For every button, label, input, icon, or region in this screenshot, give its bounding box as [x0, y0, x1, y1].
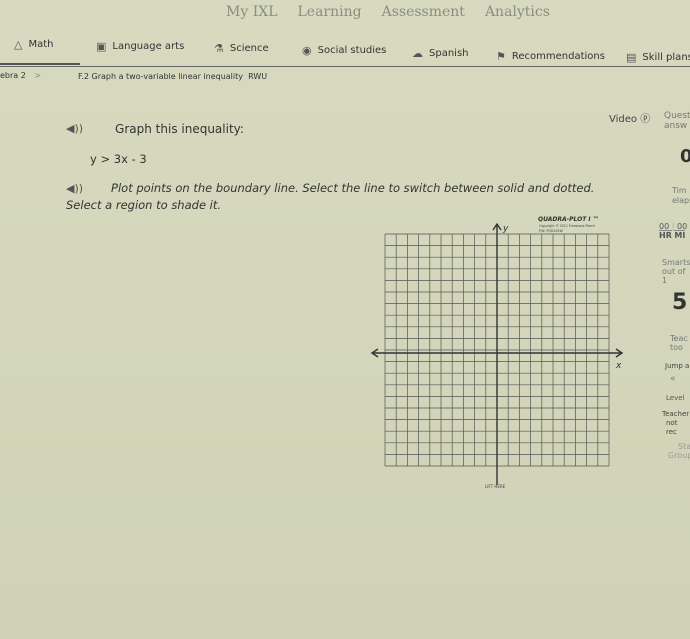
questions-count: 0	[680, 146, 690, 167]
globe-icon: ◉	[302, 44, 312, 57]
jump-ahead[interactable]: Jump a	[665, 362, 689, 370]
video-button[interactable]: Video ⓟ	[609, 110, 650, 125]
brand-label: QUADRA-PLOT I ™	[538, 216, 599, 223]
nav-divider	[0, 66, 690, 67]
signpost-icon: ⚑	[496, 50, 506, 63]
question-prompt: ◀)) Graph this inequality:	[66, 122, 244, 136]
x-axis-label: x	[615, 361, 622, 371]
lift-here-label: LIFT HERE	[485, 484, 506, 489]
nav-learning[interactable]: Learning	[298, 4, 362, 20]
top-nav: My IXL Learning Assessment Analytics	[226, 4, 550, 20]
flask-icon: ⚗	[214, 42, 224, 55]
questions-answered-label: Quest answ	[664, 111, 690, 131]
nav-recommendations[interactable]: ⚑ Recommendations	[496, 50, 605, 63]
level-label: Level	[666, 394, 685, 402]
graph-paper[interactable]: y x QUADRA-PLOT I ™ Copyright © 2011 Fre…	[360, 210, 640, 485]
copyright-text: Copyright © 2011 Freestone Peach	[539, 224, 595, 228]
smartscore-value: 5	[672, 290, 688, 315]
teacher-tools[interactable]: Teac too	[670, 334, 688, 352]
breadcrumb-skill: F.2 Graph a two-variable linear inequali…	[78, 72, 268, 81]
nav-analytics[interactable]: Analytics	[485, 4, 550, 20]
nav-my-ixl[interactable]: My IXL	[226, 4, 278, 20]
nav-skill-plans[interactable]: ▤ Skill plans	[626, 51, 690, 64]
timer: 00 | 00 HR MI	[659, 222, 688, 240]
subject-language-arts[interactable]: ▣ Language arts	[96, 40, 184, 53]
subject-social-studies[interactable]: ◉ Social studies	[302, 44, 386, 57]
subject-bar: △ Math ▣ Language arts ⚗ Science ◉ Social st…	[0, 38, 690, 64]
play-icon: ⓟ	[640, 114, 651, 125]
subject-math[interactable]: △ Math	[14, 38, 53, 51]
speaker-icon[interactable]: ◀))	[66, 182, 83, 195]
question-instructions: ◀)) Plot points on the boundary line. Sel…	[66, 181, 595, 212]
part-number: P/N: PQD10XW	[539, 229, 564, 233]
chevrons-icon[interactable]: «	[670, 374, 676, 384]
speaker-icon[interactable]: ◀))	[66, 122, 83, 136]
y-axis-label: y	[502, 224, 509, 234]
teacher-recommendation: Teacher not rec	[662, 410, 690, 436]
subject-science[interactable]: ⚗ Science	[214, 42, 269, 55]
breadcrumb-course[interactable]: ebra 2 >	[0, 71, 41, 80]
smartscore-label: Smarts out of 1	[662, 258, 690, 285]
clipboard-icon: ▤	[626, 51, 637, 64]
active-subject-underline	[0, 63, 80, 65]
nav-assessment[interactable]: Assessment	[382, 4, 465, 20]
inequality: y > 3x - 3	[90, 152, 147, 166]
stats-link[interactable]: Sta Group	[668, 442, 690, 460]
time-elapsed-label: Timelaps	[672, 186, 690, 205]
speech-icon: ☁	[412, 47, 423, 60]
book-icon: ▣	[96, 40, 107, 53]
math-icon: △	[14, 38, 23, 51]
subject-spanish[interactable]: ☁ Spanish	[412, 47, 469, 60]
